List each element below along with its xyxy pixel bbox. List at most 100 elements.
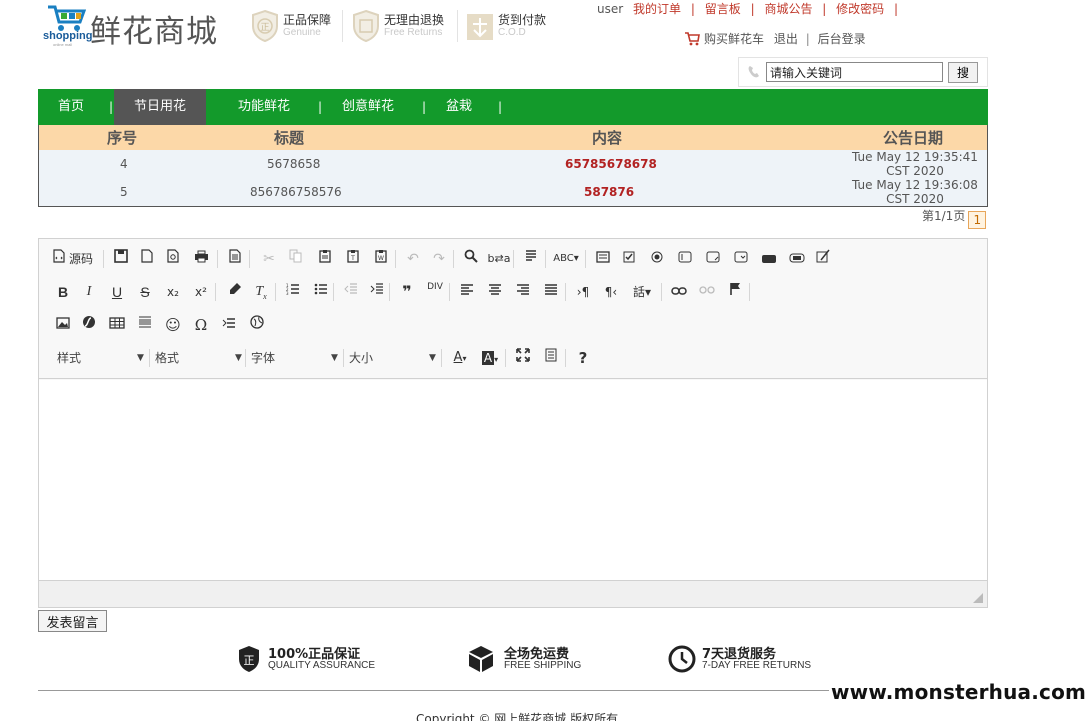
outdent-icon[interactable] — [339, 280, 363, 304]
copy-format-icon[interactable] — [223, 280, 247, 304]
align-right-icon[interactable] — [511, 280, 535, 304]
font-combo[interactable]: 字体 ▼ — [251, 346, 341, 370]
superscript-icon[interactable]: x² — [189, 280, 213, 304]
div-container-icon[interactable]: DIV — [423, 280, 447, 304]
cell-date: Tue May 12 19:35:41 CST 2020 — [852, 150, 978, 178]
source-button-label[interactable]: 源码 — [69, 247, 93, 271]
toolbar-separator — [249, 250, 250, 268]
text-field-icon[interactable] — [673, 247, 697, 271]
subscript-icon[interactable]: x₂ — [161, 280, 185, 304]
copy-icon[interactable] — [283, 247, 307, 271]
select-all-icon[interactable] — [519, 247, 543, 271]
language-icon[interactable]: 話▾ — [627, 280, 657, 304]
blockquote-icon[interactable]: ❞ — [395, 280, 419, 304]
toolbar-row: 源码 ✂ T W ↶ ↷ b⇄a ABC▾ — [51, 247, 981, 271]
paste-text-icon[interactable]: T — [341, 247, 365, 271]
replace-icon[interactable]: b⇄a — [487, 247, 511, 271]
paste-icon[interactable] — [313, 247, 337, 271]
unlink-icon[interactable] — [695, 280, 719, 304]
templates-icon[interactable] — [223, 247, 247, 271]
page-number-button[interactable]: 1 — [968, 211, 987, 229]
nav-item-potted-plants[interactable]: 盆栽 — [446, 89, 472, 125]
search-input[interactable] — [766, 62, 943, 82]
editor-content-area[interactable] — [39, 380, 987, 580]
format-combo[interactable]: 格式 ▼ — [155, 346, 245, 370]
special-char-icon[interactable]: Ω — [189, 313, 213, 337]
editor-statusbar — [39, 580, 987, 607]
flash-icon[interactable] — [77, 313, 101, 337]
nav-item-festival-flowers[interactable]: 节日用花 — [114, 89, 207, 125]
logout-link[interactable]: 退出 — [774, 32, 798, 46]
admin-login-link[interactable]: 后台登录 — [818, 32, 866, 46]
table-row[interactable]: 5 856786758576 587876 Tue May 12 19:36:0… — [39, 178, 987, 206]
toolbar-separator — [217, 250, 218, 268]
rtl-icon[interactable]: ¶‹ — [599, 280, 623, 304]
select-icon[interactable] — [729, 247, 753, 271]
new-page-icon[interactable] — [135, 247, 159, 271]
cut-icon[interactable]: ✂ — [257, 247, 281, 271]
iframe-globe-icon[interactable] — [245, 313, 269, 337]
underline-icon[interactable]: U — [105, 280, 129, 304]
radio-icon[interactable] — [645, 247, 669, 271]
numbered-list-icon[interactable]: 123 — [281, 280, 305, 304]
phone-icon — [748, 66, 759, 78]
print-icon[interactable] — [189, 247, 213, 271]
post-message-button[interactable]: 发表留言 — [38, 610, 107, 632]
bg-color-icon[interactable]: A ▾ — [477, 346, 503, 370]
search-button[interactable]: 搜 — [948, 62, 978, 83]
column-header-id: 序号 — [107, 129, 138, 147]
find-icon[interactable] — [459, 247, 483, 271]
table-icon[interactable] — [105, 313, 129, 337]
image-icon[interactable] — [51, 313, 75, 337]
watermark: www.monsterhua.com — [829, 678, 1089, 706]
announcements-link[interactable]: 商城公告 — [764, 0, 812, 17]
source-icon[interactable] — [51, 247, 67, 271]
save-icon[interactable] — [109, 247, 133, 271]
paste-word-icon[interactable]: W — [369, 247, 393, 271]
bold-icon[interactable]: B — [51, 280, 75, 304]
hidden-field-icon[interactable] — [811, 247, 835, 271]
bulleted-list-icon[interactable] — [309, 280, 333, 304]
nav-item-function-flowers[interactable]: 功能鲜花 — [238, 89, 290, 125]
smiley-icon[interactable]: ☺ — [161, 313, 185, 337]
anchor-icon[interactable] — [723, 280, 747, 304]
resize-grip-icon[interactable] — [971, 591, 983, 603]
undo-icon[interactable]: ↶ — [401, 247, 425, 271]
preview-icon[interactable] — [161, 247, 185, 271]
checkbox-icon[interactable] — [617, 247, 641, 271]
column-header-date: 公告日期 — [883, 129, 944, 147]
text-color-icon[interactable]: A▾ — [447, 346, 473, 370]
cart-link[interactable]: 购买鲜花车 — [704, 32, 764, 46]
toolbar-separator — [389, 283, 390, 301]
style-combo[interactable]: 样式 ▼ — [57, 346, 147, 370]
italic-icon[interactable]: I — [77, 280, 101, 304]
svg-text:T: T — [350, 255, 355, 262]
my-orders-link[interactable]: 我的订单 — [633, 0, 681, 17]
align-left-icon[interactable] — [455, 280, 479, 304]
change-password-link[interactable]: 修改密码 — [836, 0, 884, 17]
spellcheck-icon[interactable]: ABC▾ — [551, 247, 581, 271]
table-row[interactable]: 4 5678658 65785678678 Tue May 12 19:35:4… — [39, 150, 987, 178]
maximize-icon[interactable] — [511, 346, 535, 370]
image-button-icon[interactable] — [785, 247, 809, 271]
redo-icon[interactable]: ↷ — [427, 247, 451, 271]
remove-format-icon[interactable]: Tx — [249, 280, 273, 304]
horizontal-line-icon[interactable] — [133, 313, 157, 337]
logo[interactable]: shopping online mall 鲜花商城 — [40, 2, 225, 50]
nav-item-creative-flowers[interactable]: 创意鲜花 — [342, 89, 394, 125]
help-icon[interactable]: ? — [571, 346, 595, 370]
nav-item-home[interactable]: 首页 — [58, 89, 84, 125]
size-combo[interactable]: 大小 ▼ — [349, 346, 439, 370]
form-icon[interactable] — [591, 247, 615, 271]
ltr-icon[interactable]: ›¶ — [571, 280, 595, 304]
strike-icon[interactable]: S — [133, 280, 157, 304]
message-board-link[interactable]: 留言板 — [705, 0, 741, 17]
indent-icon[interactable] — [365, 280, 389, 304]
textarea-icon[interactable] — [701, 247, 725, 271]
align-center-icon[interactable] — [483, 280, 507, 304]
justify-icon[interactable] — [539, 280, 563, 304]
button-icon[interactable] — [757, 247, 781, 271]
page-break-icon[interactable] — [217, 313, 241, 337]
link-icon[interactable] — [667, 280, 691, 304]
show-blocks-icon[interactable] — [539, 346, 563, 370]
